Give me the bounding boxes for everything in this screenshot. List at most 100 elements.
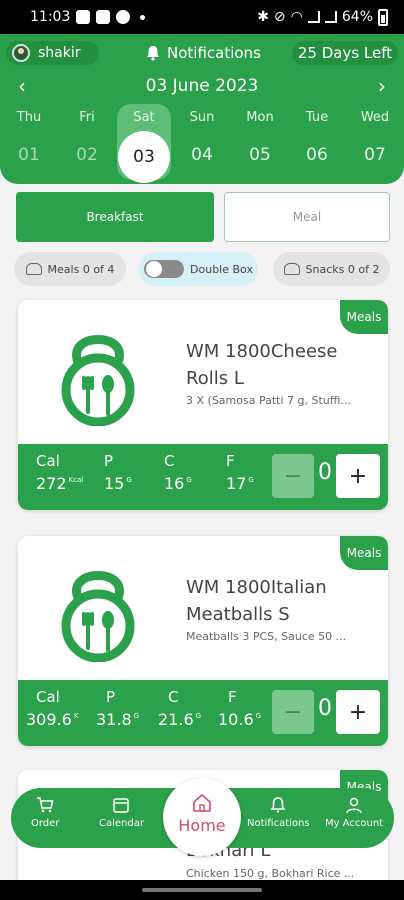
day-name: Wed [360,110,390,125]
chevron-right-icon[interactable]: › [372,74,392,98]
day-wed[interactable]: Wed 07 [348,104,402,180]
day-name: Sun [189,110,215,125]
carbs-stat: C 21.6 G [158,688,201,729]
calories-unit: K [73,712,79,720]
nav-calendar[interactable]: Calendar [99,796,144,829]
days-left-badge: 25 Days Left [292,41,398,65]
increase-button[interactable]: + [336,690,380,734]
stat-value: 15 G [104,474,132,493]
tab-meal[interactable]: Meal [224,192,390,242]
meal-description: Chicken 150 g, Bokhari Rice ... [186,867,355,880]
system-home-indicator[interactable] [0,880,404,900]
protein-unit: G [126,476,132,484]
day-name: Mon [246,110,274,125]
date-navigator: ‹ 03 June 2023 › [0,72,404,100]
carbs-value: 21.6 [158,710,194,729]
day-number: 01 [18,145,40,165]
tab-breakfast[interactable]: Breakfast [16,192,214,242]
stat-label: C [168,688,179,706]
chevron-left-icon[interactable]: ‹ [12,74,32,98]
meals-counter-label: Meals 0 of 4 [47,262,115,276]
protein-stat: P 15 G [104,452,132,493]
double-box-toggle[interactable]: Double Box [139,252,258,286]
meal-name: WM 1800Italian Meatballs S [186,577,327,625]
stat-label: Cal [36,688,60,706]
snacks-counter-chip[interactable]: Snacks 0 of 2 [273,252,390,286]
decrease-button[interactable]: − [272,454,314,498]
stat-label: Cal [36,452,60,470]
meal-type-badge: Meals [340,536,388,570]
fat-unit: G [255,712,262,720]
day-number: 03 [118,131,170,183]
stat-value: 10.6 G [218,710,261,729]
day-name: Thu [16,110,42,125]
nav-label: Home [178,816,226,835]
snacks-counter-label: Snacks 0 of 2 [305,262,380,276]
calories-stat: Cal 309.6 K [26,688,78,729]
nav-label: Notifications [247,818,310,829]
app-notification-icon [76,10,91,24]
day-mon[interactable]: Mon 05 [233,104,287,180]
wifi-icon: ◠ [290,9,303,25]
fat-unit: G [248,476,254,484]
nav-notifications[interactable]: Notifications [247,796,310,829]
user-pill[interactable]: shakir [6,41,99,65]
nav-label: My Account [325,818,384,829]
header-panel: 11:03 ✱ ⊘ ◠ 64% shakir Notifications 25 … [0,0,404,184]
meal-card[interactable]: Meals WM 1800Italian Meatballs S Meatbal… [18,536,388,746]
cart-icon [37,797,54,813]
day-number: 07 [364,145,386,165]
badge-label: Meals [346,310,382,324]
day-number: 06 [306,145,328,165]
increase-button[interactable]: + [336,454,380,498]
day-name: Sat [133,110,155,125]
calendar-icon [113,798,130,813]
macro-bar: Cal 309.6 K P 31.8 G C 21.6 G F 10.6 G − 0 + [18,680,388,746]
carbs-stat: C 16 G [164,452,192,493]
user-name: shakir [38,45,81,61]
facebook-icon [96,10,111,24]
carbs-unit: G [195,712,202,720]
day-thu[interactable]: Thu 01 [2,104,56,180]
day-number: 02 [76,145,98,165]
day-number: 05 [249,145,271,165]
calories-stat: Cal 272 Kcal [36,452,83,493]
carbs-value: 16 [164,474,185,493]
badge-label: Meals [346,546,382,560]
double-box-label: Double Box [190,262,253,276]
day-sat-selected[interactable]: Sat 03 [117,104,171,183]
toggle-switch[interactable] [144,260,185,278]
home-icon [193,794,211,812]
meal-type-badge: Meals [340,300,388,334]
nav-home[interactable]: Home [163,778,241,856]
day-tue[interactable]: Tue 06 [290,104,344,180]
bell-icon [147,46,159,61]
tab-label: Meal [292,210,322,224]
quantity-value: 0 [318,696,332,721]
signal-icon [307,11,320,23]
nav-order[interactable]: Order [31,796,59,829]
stat-label: F [226,452,235,470]
meal-card[interactable]: Meals WM 1800Cheese Rolls L 3 X (Samosa … [18,300,388,510]
decrease-button[interactable]: − [272,690,314,734]
notifications-label: Notifications [167,44,261,62]
more-notifications-icon [140,14,146,20]
stat-value: 31.8 G [96,710,139,729]
notifications-link[interactable]: Notifications [146,41,261,65]
kettlebell-logo-icon [61,571,135,662]
nav-account[interactable]: My Account [325,796,383,829]
battery-icon [378,8,388,26]
protein-value: 15 [104,474,125,493]
status-time: 11:03 [30,9,71,25]
calories-value: 272 [36,474,67,493]
protein-unit: G [133,712,140,720]
bell-icon [270,797,286,813]
day-sun[interactable]: Sun 04 [175,104,229,180]
current-date: 03 June 2023 [145,76,259,96]
meals-counter-chip[interactable]: Meals 0 of 4 [14,252,126,286]
stat-label: P [106,688,116,706]
day-name: Tue [305,110,329,125]
day-fri[interactable]: Fri 02 [60,104,114,180]
bluetooth-icon: ✱ [257,9,269,25]
nav-label: Calendar [99,818,144,829]
